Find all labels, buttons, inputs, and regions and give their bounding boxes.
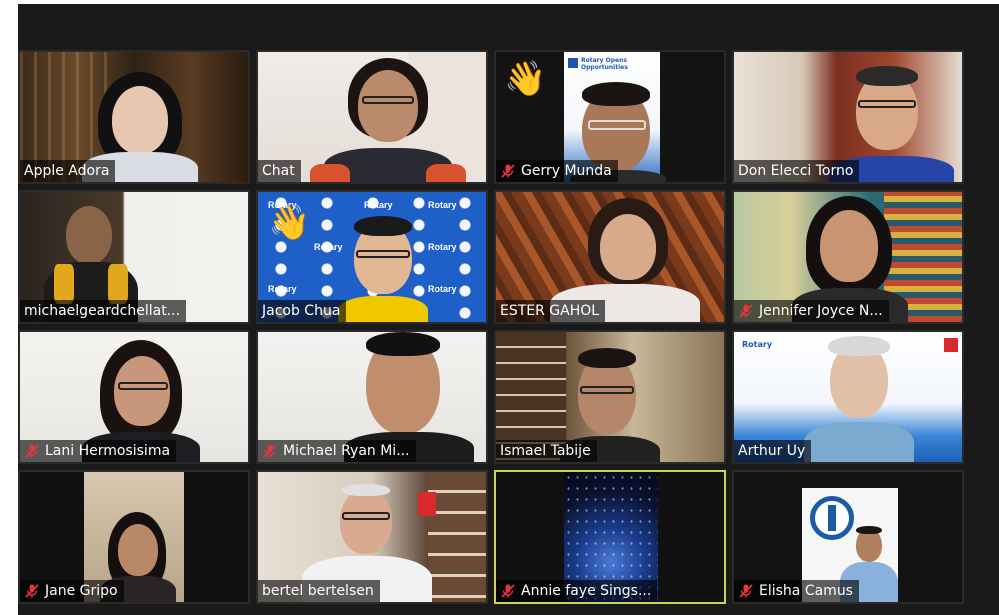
participant-nameplate: Elisha Camus: [734, 580, 859, 602]
participant-name: Elisha Camus: [759, 583, 853, 599]
participant-nameplate: Jane Gripo: [20, 580, 124, 602]
bookshelf: [428, 472, 486, 602]
video-tile-ismael-tabije[interactable]: Ismael Tabije: [494, 330, 726, 464]
participant-name: Jane Gripo: [45, 583, 118, 599]
participant-nameplate: Lani Hermosisima: [20, 440, 177, 462]
slide-line-1: Rotary Opens: [581, 57, 627, 64]
participant-nameplate: Don Elecci Torno: [734, 160, 860, 182]
participant-nameplate: Gerry Munda: [496, 160, 618, 182]
participant-nameplate: Apple Adora: [20, 160, 116, 182]
participant-name: Annie faye Sings...: [521, 583, 652, 599]
video-tile-michael-ryan[interactable]: Michael Ryan Mi...: [256, 330, 488, 464]
video-tile-gerry-munda[interactable]: Rotary Opens Opportunities 👋 Gerry Munda: [494, 50, 726, 184]
video-tile-apple-adora[interactable]: Apple Adora: [18, 50, 250, 184]
video-tile-elisha-camus[interactable]: Elisha Camus: [732, 470, 964, 604]
participant-nameplate: Annie faye Sings...: [496, 580, 658, 602]
participant-name: ESTER GAHOL: [500, 303, 600, 319]
video-tile-jennifer-joyce[interactable]: Jennifer Joyce N...: [732, 190, 964, 324]
video-tile-bertel-bertelsen[interactable]: bertel bertelsen: [256, 470, 488, 604]
anchor-logo-icon: [810, 496, 854, 540]
raised-hand-icon: 👋: [268, 203, 311, 243]
rotary-word: Rotary: [364, 200, 393, 210]
video-tile-jane-gripo[interactable]: Jane Gripo: [18, 470, 250, 604]
muted-microphone-icon: [263, 444, 277, 458]
rotary-word: Rotary: [428, 242, 457, 252]
raised-hand-icon: 👋: [504, 59, 547, 99]
slide-line-2: Opportunities: [581, 64, 628, 71]
video-tile-michaelgeardchellat[interactable]: michaelgeardchellat...: [18, 190, 250, 324]
rotary-word: Rotary: [428, 284, 457, 294]
participant-nameplate: Jacob Chua: [258, 300, 347, 322]
rotary-logo-icon: [568, 58, 578, 68]
participant-name: Arthur Uy: [738, 443, 806, 459]
video-tile-don-elecci-torno[interactable]: Don Elecci Torno: [732, 50, 964, 184]
video-tile-lani-hermosisima[interactable]: Lani Hermosisima: [18, 330, 250, 464]
participant-nameplate: bertel bertelsen: [258, 580, 380, 602]
muted-microphone-icon: [25, 584, 39, 598]
rotary-word: Rotary: [428, 200, 457, 210]
video-tile-annie-faye[interactable]: Annie faye Sings...: [494, 470, 726, 604]
participant-name: Jennifer Joyce N...: [759, 303, 883, 319]
rotary-word: Rotary: [268, 284, 297, 294]
gallery-grid: Apple Adora Chat Rotary Opens Opportunit…: [18, 50, 964, 604]
participant-nameplate: Ismael Tabije: [496, 440, 597, 462]
muted-microphone-icon: [739, 584, 753, 598]
participant-nameplate: ESTER GAHOL: [496, 300, 606, 322]
participant-name: Chat: [262, 163, 295, 179]
muted-microphone-icon: [501, 584, 515, 598]
video-tile-arthur-uy[interactable]: Rotary Arthur Uy: [732, 330, 964, 464]
participant-nameplate: Michael Ryan Mi...: [258, 440, 416, 462]
red-shirt-decor: [418, 492, 436, 516]
participant-name: Ismael Tabije: [500, 443, 591, 459]
participant-nameplate: Chat: [258, 160, 301, 182]
muted-microphone-icon: [501, 164, 515, 178]
participant-name: Gerry Munda: [521, 163, 612, 179]
rotary-emblem-icon: [944, 338, 958, 352]
video-tile-chat[interactable]: Chat: [256, 50, 488, 184]
participant-nameplate: Arthur Uy: [734, 440, 812, 462]
muted-microphone-icon: [25, 444, 39, 458]
rotary-word: Rotary: [314, 242, 343, 252]
participant-name: Lani Hermosisima: [45, 443, 171, 459]
participant-name: Michael Ryan Mi...: [283, 443, 410, 459]
participant-name: Jacob Chua: [262, 303, 341, 319]
participant-name: bertel bertelsen: [262, 583, 374, 599]
video-tile-jacob-chua[interactable]: Rotary Rotary Rotary Rotary Rotary Rotar…: [256, 190, 488, 324]
participant-name: michaelgeardchellat...: [24, 303, 181, 319]
participant-nameplate: michaelgeardchellat...: [20, 300, 187, 322]
rotary-word: Rotary: [742, 340, 773, 349]
participant-name: Apple Adora: [24, 163, 110, 179]
muted-microphone-icon: [739, 304, 753, 318]
participant-nameplate: Jennifer Joyce N...: [734, 300, 889, 322]
video-tile-ester-gahol[interactable]: ESTER GAHOL: [494, 190, 726, 324]
participant-name: Don Elecci Torno: [738, 163, 854, 179]
